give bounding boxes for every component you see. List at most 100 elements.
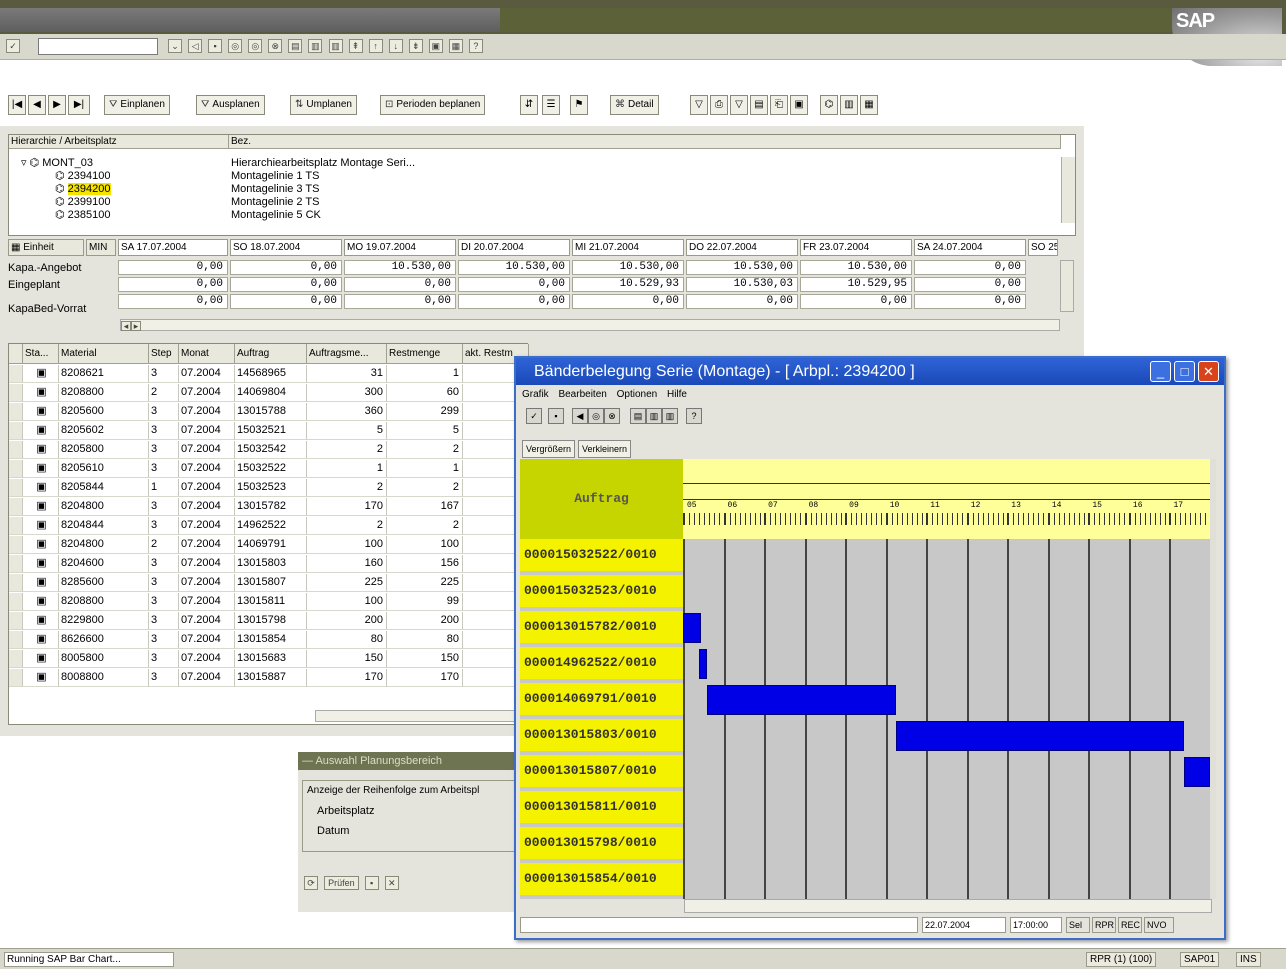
row-selector[interactable] [9,650,23,668]
einheit-header[interactable]: ▦ Einheit [8,239,84,256]
order-status-icon[interactable]: ▣ [23,517,59,535]
verkleinern-button[interactable]: Verkleinern [578,440,632,458]
filter-icon[interactable]: ▽ [690,95,708,115]
first-page-icon[interactable]: ⇞ [348,39,363,53]
order-status-icon[interactable]: ▣ [23,612,59,630]
list-icon[interactable]: ☰ [542,95,560,115]
table-hscrollbar[interactable] [315,710,525,722]
gantt-lane-label[interactable]: 000013015811/0010 [520,791,683,825]
row-selector[interactable] [9,403,23,421]
col-header-monat[interactable]: Monat [179,344,235,364]
order-status-icon[interactable]: ▣ [23,593,59,611]
print-icon[interactable]: ▤ [288,39,303,53]
chart-icon[interactable]: ▥ [840,95,858,115]
row-selector[interactable] [9,631,23,649]
order-status-icon[interactable]: ▣ [23,422,59,440]
row-selector[interactable] [9,460,23,478]
save-icon[interactable]: ▪ [548,408,564,424]
menu-optionen[interactable]: Optionen [617,389,658,400]
detail-button[interactable]: ⌘ Detail [610,95,659,115]
exit-icon[interactable]: ◎ [248,39,263,53]
order-status-icon[interactable]: ▣ [23,384,59,402]
cancel-icon[interactable]: ✕ [384,876,399,890]
gantt-hscrollbar[interactable] [684,899,1212,913]
gantt-lane-label[interactable]: 000014962522/0010 [520,647,683,681]
save-icon[interactable]: ▪ [364,876,379,890]
status-mode[interactable]: INS [1236,952,1261,967]
menu-hilfe[interactable]: Hilfe [667,389,687,400]
find-next-icon[interactable]: ▥ [662,408,678,424]
last-icon[interactable]: ▶| [68,95,90,115]
hierarchy-icon[interactable]: ⌬ [820,95,838,115]
order-status-icon[interactable]: ▣ [23,460,59,478]
maximize-button[interactable]: □ [1174,361,1195,382]
filter2-icon[interactable]: ▽ [730,95,748,115]
gantt-lane-label[interactable]: 000013015854/0010 [520,863,683,897]
next-icon[interactable]: ▶ [48,95,66,115]
refresh-icon[interactable]: ⟳ [304,876,318,890]
row-selector[interactable] [9,536,23,554]
help-icon[interactable]: ? [686,408,702,424]
row-selector[interactable] [9,612,23,630]
pruefen-button[interactable]: Prüfen [324,876,359,890]
col-header-auftragsmenge[interactable]: Auftragsme... [307,344,387,364]
cancel-icon[interactable]: ⊗ [268,39,283,53]
tree-node-2399100[interactable]: ⌬ 2399100 [55,196,111,208]
export-icon[interactable]: ⎗ [770,95,788,115]
row-selector[interactable] [9,384,23,402]
order-status-icon[interactable]: ▣ [23,574,59,592]
row-selector[interactable] [9,498,23,516]
col-header-status[interactable]: Sta... [23,344,59,364]
col-header-auftrag[interactable]: Auftrag [235,344,307,364]
find-icon[interactable]: ▥ [308,39,323,53]
row-selector[interactable] [9,441,23,459]
popup-title-bar[interactable]: Bänderbelegung Serie (Montage) - [ Arbpl… [516,358,1224,385]
row-selector[interactable] [9,574,23,592]
tree-node-2394100[interactable]: ⌬ 2394100 [55,170,111,182]
print-list-icon[interactable]: ⎙ [710,95,728,115]
gantt-lane-label[interactable]: 000013015807/0010 [520,755,683,789]
tree-node-mont03[interactable]: ▿ ⌬ MONT_03 [21,157,93,169]
exit-icon[interactable]: ◎ [588,408,604,424]
view-icon[interactable]: ▣ [790,95,808,115]
gantt-lane-label[interactable]: 000013015782/0010 [520,611,683,645]
row-selector[interactable] [9,555,23,573]
einplanen-button[interactable]: ⛛ Einplanen [104,95,170,115]
close-button[interactable]: ✕ [1198,361,1219,382]
order-status-icon[interactable]: ▣ [23,403,59,421]
cancel-icon[interactable]: ⊗ [604,408,620,424]
row-selector[interactable] [9,479,23,497]
tree-node-2394200[interactable]: ⌬ 2394200 [55,183,111,195]
first-icon[interactable]: |◀ [8,95,26,115]
enter-icon[interactable]: ✓ [526,408,542,424]
gantt-bar[interactable] [706,685,897,715]
row-selector[interactable] [9,669,23,687]
perioden-button[interactable]: ⊡ Perioden beplanen [380,95,486,115]
scroll-left-icon[interactable]: ◂ [121,321,131,332]
order-status-icon[interactable]: ▣ [23,441,59,459]
gantt-bar[interactable] [896,721,1184,751]
gantt-lane-label[interactable]: 000014069791/0010 [520,683,683,717]
last-page-icon[interactable]: ⇟ [408,39,423,53]
layout-icon[interactable]: ▤ [750,95,768,115]
menu-grafik[interactable]: Grafik [522,389,549,400]
dropdown-icon[interactable]: ⌄ [168,39,182,53]
gantt-lane-label[interactable]: 000013015798/0010 [520,827,683,861]
gantt-bar[interactable] [1183,757,1210,787]
col-header-material[interactable]: Material [59,344,149,364]
vergroessern-button[interactable]: Vergrößern [522,440,576,458]
expand-icon[interactable]: ▿ [21,157,30,169]
row-selector[interactable] [9,517,23,535]
col-header-step[interactable]: Step [149,344,179,364]
hierarchy-col-header[interactable]: Hierarchie / Arbeitsplatz [9,135,229,149]
prev-icon[interactable]: ◀ [28,95,46,115]
row-selector[interactable] [9,593,23,611]
doc-icon[interactable]: ▦ [860,95,878,115]
order-status-icon[interactable]: ▣ [23,536,59,554]
gantt-lane-label[interactable]: 000013015803/0010 [520,719,683,753]
new-session-icon[interactable]: ▣ [428,39,443,53]
scroll-right-icon[interactable]: ▸ [131,321,141,332]
enter-icon[interactable]: ✓ [6,39,20,53]
sort-icon[interactable]: ⇵ [520,95,538,115]
back-nav-icon[interactable]: ◎ [228,39,243,53]
